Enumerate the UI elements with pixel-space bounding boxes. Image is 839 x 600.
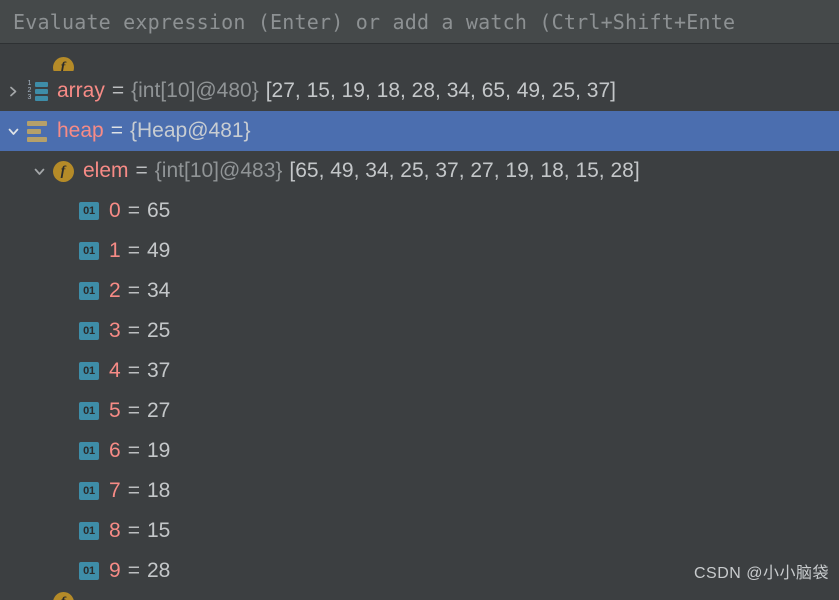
- tree-row-elem[interactable]: f elem = {int[10]@483} [65, 49, 34, 25, …: [0, 151, 839, 191]
- variable-value: [65, 49, 34, 25, 37, 27, 19, 18, 15, 28]: [289, 159, 640, 182]
- tree-row-element[interactable]: 01 1 = 49: [0, 231, 839, 271]
- tree-row-element[interactable]: 01 9 = 28: [0, 551, 839, 591]
- equals-sign: =: [127, 239, 140, 262]
- element-index: 4: [109, 359, 121, 382]
- tree-row-element[interactable]: 01 6 = 19: [0, 431, 839, 471]
- primitive-icon: 01: [78, 280, 100, 302]
- tree-row-element[interactable]: 01 5 = 27: [0, 391, 839, 431]
- object-icon: [26, 120, 48, 142]
- tree-row-element[interactable]: 01 0 = 65: [0, 191, 839, 231]
- element-value: 34: [146, 279, 171, 302]
- equals-sign: =: [127, 559, 140, 582]
- element-index: 1: [109, 239, 121, 262]
- tree-row-element[interactable]: 01 8 = 15: [0, 511, 839, 551]
- tree-row-element[interactable]: 01 7 = 18: [0, 471, 839, 511]
- table-row[interactable]: f: [0, 45, 839, 71]
- element-value: 25: [146, 319, 171, 342]
- element-index: 0: [109, 199, 121, 222]
- element-value: 65: [146, 199, 171, 222]
- primitive-icon-label: 01: [79, 562, 99, 580]
- equals-sign: =: [127, 319, 140, 342]
- element-value: 27: [146, 399, 171, 422]
- primitive-icon-label: 01: [79, 322, 99, 340]
- element-value: 37: [146, 359, 171, 382]
- equals-sign: =: [127, 519, 140, 542]
- element-index: 2: [109, 279, 121, 302]
- equals-sign: =: [127, 279, 140, 302]
- element-index: 3: [109, 319, 121, 342]
- element-value: 28: [146, 559, 171, 582]
- element-index: 9: [109, 559, 121, 582]
- primitive-icon-label: 01: [79, 522, 99, 540]
- primitive-icon: 01: [78, 560, 100, 582]
- equals-sign: =: [127, 199, 140, 222]
- primitive-icon-label: 01: [79, 202, 99, 220]
- chevron-right-icon[interactable]: [0, 71, 26, 111]
- variable-type: {int[10]@483}: [154, 159, 283, 182]
- debugger-variables-panel: Evaluate expression (Enter) or add a wat…: [0, 0, 839, 600]
- primitive-icon: 01: [78, 320, 100, 342]
- tree-row-heap[interactable]: heap = {Heap@481}: [0, 111, 839, 151]
- equals-sign: =: [127, 359, 140, 382]
- element-value: 19: [146, 439, 171, 462]
- equals-sign: =: [111, 79, 125, 102]
- primitive-icon: 01: [78, 360, 100, 382]
- field-icon: f: [52, 591, 74, 600]
- variables-tree[interactable]: f 1 2 3 array = {int[10]@480} [27, 15, 1: [0, 45, 839, 600]
- element-value: 49: [146, 239, 171, 262]
- clipped-row-text: [83, 47, 89, 71]
- primitive-icon-label: 01: [79, 282, 99, 300]
- primitive-icon: 01: [78, 240, 100, 262]
- equals-sign: =: [127, 479, 140, 502]
- element-index: 7: [109, 479, 121, 502]
- equals-sign: =: [127, 439, 140, 462]
- primitive-icon: 01: [78, 200, 100, 222]
- primitive-icon-label: 01: [79, 482, 99, 500]
- tree-row-element[interactable]: 01 4 = 37: [0, 351, 839, 391]
- tree-row-element[interactable]: 01 3 = 25: [0, 311, 839, 351]
- chevron-down-icon[interactable]: [0, 111, 26, 151]
- variable-name: array: [57, 79, 105, 102]
- element-value: 15: [146, 519, 171, 542]
- primitive-icon-label: 01: [79, 362, 99, 380]
- element-index: 5: [109, 399, 121, 422]
- primitive-icon-label: 01: [79, 402, 99, 420]
- variable-value: [27, 15, 19, 18, 28, 34, 65, 49, 25, 37]: [265, 79, 616, 102]
- variable-type: {Heap@481}: [129, 119, 251, 142]
- variable-type: {int[10]@480}: [131, 79, 259, 102]
- array-icon: 1 2 3: [26, 80, 48, 102]
- field-icon: f: [52, 160, 74, 182]
- element-index: 6: [109, 439, 121, 462]
- primitive-icon: 01: [78, 400, 100, 422]
- tree-row-element[interactable]: 01 2 = 34: [0, 271, 839, 311]
- primitive-icon-label: 01: [79, 442, 99, 460]
- chevron-down-icon[interactable]: [26, 151, 52, 191]
- tree-row-array[interactable]: 1 2 3 array = {int[10]@480} [27, 15, 19,…: [0, 71, 839, 111]
- equals-sign: =: [135, 159, 148, 182]
- field-icon: f: [52, 49, 74, 71]
- array-icon-digit: 3: [27, 94, 32, 101]
- variable-name: heap: [57, 119, 104, 142]
- element-index: 8: [109, 519, 121, 542]
- primitive-icon: 01: [78, 480, 100, 502]
- variable-name: elem: [83, 159, 129, 182]
- evaluate-expression-input[interactable]: Evaluate expression (Enter) or add a wat…: [0, 10, 735, 34]
- clipped-row-text: [83, 591, 89, 600]
- primitive-icon: 01: [78, 520, 100, 542]
- table-row[interactable]: f: [0, 591, 839, 600]
- primitive-icon-label: 01: [79, 242, 99, 260]
- primitive-icon: 01: [78, 440, 100, 462]
- element-value: 18: [146, 479, 171, 502]
- equals-sign: =: [127, 399, 140, 422]
- equals-sign: =: [110, 119, 123, 142]
- evaluate-expression-bar[interactable]: Evaluate expression (Enter) or add a wat…: [0, 0, 839, 44]
